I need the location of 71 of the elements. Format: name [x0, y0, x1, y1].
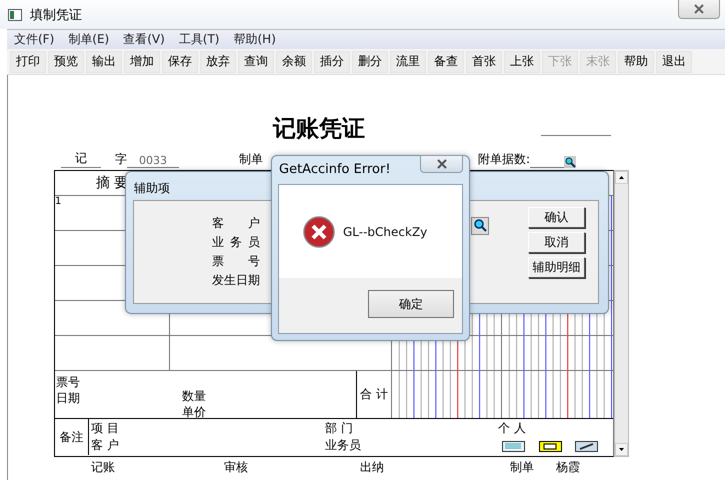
quantity-label: 数量 [182, 388, 206, 404]
field-label: 业 务 员 [212, 234, 260, 250]
toolbar-button[interactable]: 帮助 [618, 50, 654, 72]
menu-item[interactable]: 查看(V) [116, 31, 172, 48]
toolbar-button[interactable]: 放弃 [200, 50, 236, 72]
card-icon[interactable] [502, 441, 525, 452]
person-label: 个 人 [498, 420, 526, 436]
toolbar-button[interactable]: 删分 [352, 50, 388, 72]
close-button[interactable] [420, 155, 463, 173]
id-card-icon[interactable] [539, 441, 562, 452]
date-label: 制单 [239, 151, 263, 168]
close-button[interactable] [678, 0, 720, 19]
window-title: 填制凭证 [30, 6, 82, 24]
toolbar-button[interactable]: 首张 [466, 50, 502, 72]
signature-name: 杨霞 [556, 458, 580, 476]
close-icon [436, 159, 448, 169]
menu-item[interactable]: 文件(F) [7, 31, 62, 48]
toolbar-button[interactable]: 余额 [276, 50, 312, 72]
toolbar-button[interactable]: 退出 [656, 50, 692, 72]
toolbar-button[interactable]: 上张 [504, 50, 540, 72]
dialog-title: 辅助项 [134, 180, 170, 197]
dialog-title: GetAccinfo Error! [279, 162, 391, 177]
voucher-type-field[interactable]: 记 [61, 150, 101, 168]
line-number: 1 [55, 196, 62, 207]
toolbar-button[interactable]: 输出 [86, 50, 122, 72]
menu-item[interactable]: 帮助(H) [226, 31, 283, 48]
toolbar-button[interactable]: 流里 [390, 50, 426, 72]
menu-item[interactable]: 制单(E) [61, 31, 116, 48]
scrollbar[interactable] [614, 170, 629, 457]
dialog-button[interactable]: 取消 [528, 232, 585, 253]
window-icon [8, 8, 22, 20]
toolbar-button[interactable]: 增加 [124, 50, 160, 72]
menu-item[interactable]: 工具(T) [172, 31, 226, 48]
error-icon [303, 216, 335, 248]
toolbar-button[interactable]: 插分 [314, 50, 350, 72]
ok-button[interactable]: 确定 [368, 290, 454, 318]
search-button[interactable] [471, 217, 489, 235]
field-label: 票 号 [212, 253, 260, 269]
dialog-button[interactable]: 辅助明细 [528, 257, 585, 278]
total-label: 合 计 [360, 386, 388, 403]
ticket-label: 票号 [56, 374, 80, 390]
remarks-label: 备注 [60, 428, 84, 446]
search-icon[interactable] [564, 156, 576, 168]
close-icon [693, 4, 705, 14]
word-label: 字 [115, 151, 127, 168]
scroll-down-icon[interactable] [615, 443, 628, 456]
signature-label: 制单 [510, 458, 534, 476]
toolbar-button[interactable]: 备查 [428, 50, 464, 72]
toolbar-button[interactable]: 打印 [10, 50, 46, 72]
date-label: 日期 [56, 390, 80, 406]
salesperson-label: 业务员 [325, 437, 361, 453]
scroll-up-icon[interactable] [615, 171, 628, 184]
signature-label: 记账 [91, 458, 115, 476]
pen-icon[interactable] [575, 441, 598, 452]
toolbar-button[interactable]: 查询 [238, 50, 274, 72]
voucher-title: 记账凭证 [272, 115, 366, 143]
error-message: GL--bCheckZy [343, 224, 428, 238]
search-icon [473, 218, 487, 232]
project-label: 项 目 [91, 420, 119, 436]
voucher-number-field[interactable]: 0033 [127, 154, 179, 168]
price-label: 单价 [182, 404, 206, 420]
field-label: 客 户 [212, 215, 260, 231]
dialog-button[interactable]: 确认 [528, 207, 585, 228]
signature-label: 出纳 [360, 458, 384, 476]
attachments-label: 附单据数: [478, 151, 530, 168]
signature-label: 审核 [224, 458, 248, 476]
department-label: 部 门 [325, 420, 353, 436]
toolbar-button[interactable]: 保存 [162, 50, 198, 72]
toolbar-button[interactable]: 预览 [48, 50, 84, 72]
customer-label: 客 户 [91, 437, 119, 453]
field-label: 发生日期 [212, 272, 260, 288]
